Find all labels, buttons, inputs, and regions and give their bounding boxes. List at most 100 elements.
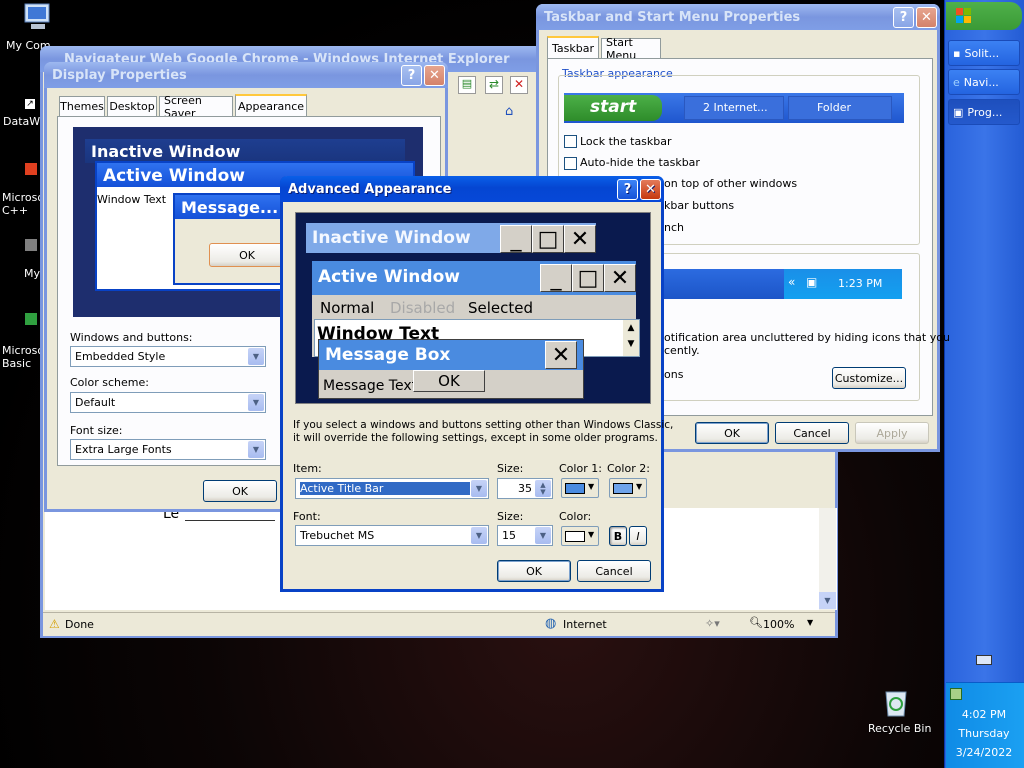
chevron-down-icon[interactable]: ▼ (471, 527, 487, 544)
recycle-bin-label[interactable]: Recycle Bin (868, 722, 931, 735)
maximize-icon: □ (532, 225, 564, 253)
customize-button[interactable]: Customize... (832, 367, 906, 389)
color-scheme-select[interactable]: Default ▼ (70, 392, 266, 413)
close-button[interactable]: ✕ (916, 7, 937, 28)
protected-mode-icon[interactable]: ✧▾ (705, 617, 720, 630)
zoom-level[interactable]: 100% (763, 618, 794, 631)
help-button[interactable]: ? (401, 65, 422, 86)
tab-appearance[interactable]: Appearance (235, 94, 307, 116)
recycle-bin-icon[interactable] (882, 686, 910, 718)
shortcut-icon[interactable]: ↗ (24, 98, 36, 110)
my-computer-icon[interactable] (22, 2, 54, 32)
ok-button[interactable]: OK (497, 560, 571, 582)
globe-icon: ◍ (545, 616, 557, 631)
page-icon[interactable]: ▤ (458, 76, 476, 94)
home-icon[interactable]: ⌂ (505, 104, 523, 120)
clock-time[interactable]: 4:02 PM (946, 708, 1022, 721)
font-color-picker[interactable]: ▼ (561, 526, 599, 546)
italic-toggle[interactable]: I (629, 526, 647, 546)
ie-icon: e (953, 75, 960, 89)
tab-desktop[interactable]: Desktop (107, 96, 157, 116)
advanced-preview: Inactive Window _ □ ✕ Active Window _ □ … (295, 212, 651, 404)
preview-folder-button: Folder (788, 96, 892, 120)
autohide-checkbox[interactable] (564, 157, 577, 170)
font-size-select[interactable]: Extra Large Fonts ▼ (70, 439, 266, 460)
shortcut-icon[interactable] (24, 238, 38, 252)
preview-start-button: start (564, 95, 662, 121)
color2-swatch (613, 483, 633, 494)
ie-statusbar: ⚠ Done ◍ Internet ✧▾ 🔍︎ 100% ▼ (43, 612, 835, 636)
ok-button[interactable]: OK (695, 422, 769, 444)
scroll-down-button[interactable]: ▼ (819, 592, 836, 609)
lock-taskbar-label[interactable]: Lock the taskbar (580, 135, 672, 148)
help-button[interactable]: ? (893, 7, 914, 28)
windows-buttons-select[interactable]: Embedded Style ▼ (70, 346, 266, 367)
hide-icons-label[interactable]: ons (664, 368, 683, 381)
desktop-icon-label[interactable]: Microsof C++ (2, 191, 48, 217)
item-select[interactable]: Active Title Bar ▼ (295, 478, 489, 499)
tab-start-menu[interactable]: Start Menu (601, 36, 661, 62)
help-button[interactable]: ? (617, 179, 638, 200)
chevron-down-icon[interactable]: ▼ (248, 394, 264, 411)
tab-taskbar[interactable]: Taskbar (547, 36, 599, 58)
bold-toggle[interactable]: B (609, 526, 627, 546)
clock-day: Thursday (958, 727, 1010, 740)
chevron-down-icon[interactable]: ▼ (535, 527, 551, 544)
font-size-label: Font size: (70, 424, 123, 437)
close-button[interactable]: ✕ (424, 65, 445, 86)
preview-message-text: Message Text (323, 378, 418, 394)
color2-label: Color 2: (607, 462, 650, 475)
refresh-icon[interactable]: ⇄ (485, 76, 503, 94)
taskbar-properties-title: Taskbar and Start Menu Properties (544, 10, 801, 25)
group-buttons-label[interactable]: kbar buttons (664, 199, 734, 212)
taskbar-item-navigateur[interactable]: e Navi... (948, 69, 1020, 95)
stop-icon[interactable]: ✕ (510, 76, 528, 94)
menu-normal: Normal (320, 299, 375, 317)
taskbar-item-solitaire[interactable]: ▪ Solit... (948, 40, 1020, 66)
desktop-icon-label[interactable]: My (24, 267, 40, 280)
font-size-select[interactable]: 15 ▼ (497, 525, 553, 546)
warning-icon: ⚠ (49, 617, 60, 631)
start-button[interactable] (946, 2, 1022, 30)
content-underline (185, 520, 275, 521)
on-top-label[interactable]: on top of other windows (664, 177, 797, 190)
close-icon: ✕ (545, 341, 577, 369)
font-select[interactable]: Trebuchet MS ▼ (295, 525, 489, 546)
autohide-label[interactable]: Auto-hide the taskbar (580, 156, 700, 169)
chevron-down-icon[interactable]: ▼ (248, 348, 264, 365)
color1-picker[interactable]: ▼ (561, 478, 599, 498)
keyboard-icon[interactable] (976, 655, 992, 665)
zoom-dropdown-icon[interactable]: ▼ (807, 618, 813, 627)
preview-ie-button: 2 Internet... (684, 96, 784, 120)
advanced-appearance-title: Advanced Appearance (288, 182, 452, 197)
chevron-down-icon[interactable]: ▼ (471, 480, 487, 497)
advanced-appearance-window: Advanced Appearance ? ✕ Inactive Window … (280, 176, 673, 592)
ok-button[interactable]: OK (203, 480, 277, 502)
color2-picker[interactable]: ▼ (609, 478, 647, 498)
quick-launch-label[interactable]: nch (664, 221, 684, 234)
advanced-appearance-titlebar[interactable]: Advanced Appearance ? ✕ (280, 176, 664, 202)
item-size-spinner[interactable]: 35 ▲ ▼ (497, 478, 553, 499)
windows-buttons-label: Windows and buttons: (70, 331, 193, 344)
vertical-scrollbar[interactable]: ▼ (819, 508, 836, 610)
apply-button[interactable]: Apply (855, 422, 929, 444)
network-icon[interactable] (950, 688, 962, 700)
preview-ok-button: OK (413, 370, 485, 392)
tab-themes[interactable]: Themes (59, 96, 105, 116)
taskbar-item-programs[interactable]: ▣ Prog... (948, 99, 1020, 125)
cancel-button[interactable]: Cancel (577, 560, 651, 582)
cancel-button[interactable]: Cancel (775, 422, 849, 444)
desktop-icon-label[interactable]: Microso Basic (2, 344, 44, 370)
tab-screen-saver[interactable]: Screen Saver (159, 94, 233, 120)
zoom-icon: 🔍︎ (749, 616, 763, 629)
tray-expand-icon: « (788, 275, 796, 289)
lock-taskbar-checkbox[interactable] (564, 135, 577, 148)
preview-message-titlebar: Message Box (319, 340, 583, 370)
chevron-down-icon[interactable]: ▼ (248, 441, 264, 458)
close-button[interactable]: ✕ (640, 179, 661, 200)
shortcut-icon[interactable] (24, 162, 38, 176)
display-properties-titlebar[interactable]: Display Properties ? ✕ (44, 62, 448, 88)
spinner-icon[interactable]: ▲ ▼ (535, 480, 551, 497)
taskbar-properties-titlebar[interactable]: Taskbar and Start Menu Properties ? ✕ (536, 4, 940, 30)
shortcut-icon[interactable] (24, 312, 38, 326)
